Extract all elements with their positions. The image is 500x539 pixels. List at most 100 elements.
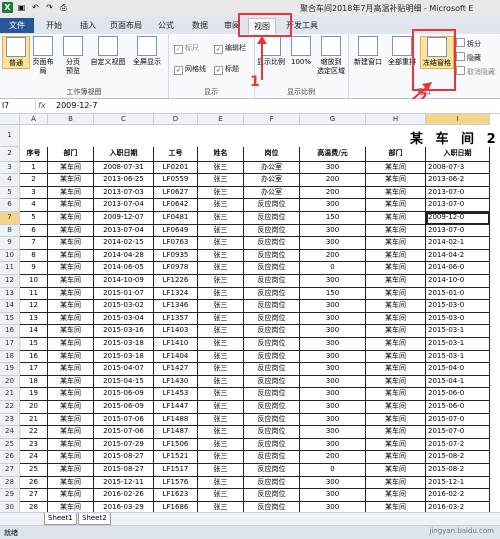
row-header-5[interactable]: 5 — [0, 186, 20, 200]
table-cell[interactable]: 2 — [20, 174, 48, 187]
table-cell[interactable]: 反应岗位 — [244, 438, 300, 452]
table-cell[interactable]: 300 — [300, 161, 366, 175]
new-window-button[interactable]: 新建窗口 — [352, 36, 384, 67]
column-header-i[interactable]: I — [426, 114, 490, 125]
row-header-18[interactable]: 18 — [0, 350, 20, 364]
table-cell[interactable]: 张三 — [198, 350, 244, 364]
table-cell[interactable]: 反应岗位 — [244, 287, 300, 301]
row-header-13[interactable]: 13 — [0, 287, 20, 301]
table-cell[interactable]: 办公室 — [244, 174, 300, 187]
table-cell[interactable]: 2013-07-04 — [94, 199, 154, 212]
header-cell[interactable]: 岗位 — [244, 147, 300, 162]
table-cell[interactable]: 某车间 — [366, 186, 426, 200]
table-cell[interactable]: 某车间 — [366, 426, 426, 439]
table-cell[interactable]: 某车间 — [366, 287, 426, 301]
tab-home[interactable]: 开始 — [38, 18, 70, 33]
table-cell[interactable]: 2014-04-2 — [426, 249, 490, 263]
table-cell[interactable]: 2014-10-0 — [426, 275, 490, 288]
custom-views-button[interactable]: 自定义视图 — [90, 36, 126, 67]
row-header-1[interactable]: 1 — [0, 125, 20, 147]
table-cell[interactable]: 某车间 — [366, 262, 426, 275]
row-header-24[interactable]: 24 — [0, 426, 20, 439]
table-cell[interactable]: 2016-02-2 — [426, 489, 490, 502]
table-cell[interactable]: 反应岗位 — [244, 325, 300, 338]
table-cell[interactable]: 某车间 — [48, 237, 94, 250]
table-cell[interactable]: 某车间 — [366, 237, 426, 250]
row-header-28[interactable]: 28 — [0, 476, 20, 490]
table-cell[interactable]: 2016-02-26 — [94, 489, 154, 502]
column-header-h[interactable]: H — [366, 114, 426, 125]
row-header-12[interactable]: 12 — [0, 275, 20, 288]
table-cell[interactable]: 15 — [20, 338, 48, 351]
row-header-19[interactable]: 19 — [0, 363, 20, 376]
table-cell[interactable]: 某车间 — [366, 325, 426, 338]
formula-input[interactable]: 2009-12-7 — [56, 99, 97, 112]
split-button[interactable]: 拆分 — [456, 38, 481, 49]
table-cell[interactable]: LF1506 — [154, 438, 198, 452]
table-cell[interactable]: LF1447 — [154, 401, 198, 414]
tab-insert[interactable]: 插入 — [72, 18, 104, 33]
row-header-8[interactable]: 8 — [0, 224, 20, 238]
table-cell[interactable]: 反应岗位 — [244, 388, 300, 401]
table-cell[interactable]: 某车间 — [366, 388, 426, 401]
table-cell[interactable]: 24 — [20, 451, 48, 464]
row-header-14[interactable]: 14 — [0, 300, 20, 313]
row-header-27[interactable]: 27 — [0, 464, 20, 477]
table-cell[interactable]: 20 — [20, 401, 48, 414]
table-cell[interactable]: 300 — [300, 300, 366, 313]
table-cell[interactable]: 21 — [20, 413, 48, 427]
table-cell[interactable]: 8 — [20, 249, 48, 263]
table-cell[interactable]: 2015-03-18 — [94, 338, 154, 351]
table-cell[interactable]: 300 — [300, 350, 366, 364]
table-cell[interactable]: 某车间 — [366, 476, 426, 490]
table-cell[interactable]: 某车间 — [48, 464, 94, 477]
table-cell[interactable]: 某车间 — [48, 451, 94, 464]
unhide-button[interactable]: 取消隐藏 — [456, 66, 495, 77]
table-cell[interactable]: 16 — [20, 350, 48, 364]
table-cell[interactable]: 反应岗位 — [244, 312, 300, 326]
table-cell[interactable]: 某车间 — [366, 350, 426, 364]
header-cell[interactable]: 部门 — [48, 147, 94, 162]
table-cell[interactable]: 2015-01-07 — [94, 287, 154, 301]
table-cell[interactable]: 某车间 — [366, 489, 426, 502]
column-header-b[interactable]: B — [48, 114, 94, 125]
column-header-c[interactable]: C — [94, 114, 154, 125]
table-cell[interactable]: LF0978 — [154, 262, 198, 275]
table-cell[interactable]: 2015-04-15 — [94, 375, 154, 389]
fx-icon[interactable]: fx — [38, 99, 46, 112]
table-cell[interactable]: 300 — [300, 375, 366, 389]
table-cell[interactable]: 300 — [300, 438, 366, 452]
zoom-to-selection-button[interactable]: 缩放到 选定区域 — [316, 36, 346, 76]
normal-view-button[interactable]: 普通 — [2, 36, 30, 69]
table-cell[interactable]: 2015-07-0 — [426, 413, 490, 427]
row-header-4[interactable]: 4 — [0, 174, 20, 187]
table-cell[interactable]: LF1576 — [154, 476, 198, 490]
table-cell[interactable]: 2015-07-29 — [94, 438, 154, 452]
table-cell[interactable]: 2015-07-2 — [426, 438, 490, 452]
zoom-100-button[interactable]: 100% — [288, 36, 314, 67]
table-cell[interactable]: 某车间 — [48, 338, 94, 351]
formula-bar-checkbox[interactable]: ✓ 编辑栏 — [214, 43, 246, 54]
table-cell[interactable]: 10 — [20, 275, 48, 288]
table-cell[interactable]: LF0642 — [154, 199, 198, 212]
table-cell[interactable]: 23 — [20, 438, 48, 452]
table-cell[interactable]: 张三 — [198, 275, 244, 288]
headings-checkbox[interactable]: ✓ 标题 — [214, 64, 239, 75]
undo-icon[interactable]: ↶ — [30, 2, 41, 13]
table-cell[interactable]: 张三 — [198, 413, 244, 427]
table-cell[interactable]: 反应岗位 — [244, 476, 300, 490]
ruler-checkbox[interactable]: ✓ 标尺 — [174, 43, 199, 54]
table-cell[interactable]: 张三 — [198, 312, 244, 326]
table-cell[interactable]: LF1410 — [154, 338, 198, 351]
table-cell[interactable]: 反应岗位 — [244, 262, 300, 275]
table-cell[interactable]: 某车间 — [366, 212, 426, 225]
row-header-10[interactable]: 10 — [0, 249, 20, 263]
table-cell[interactable]: 2014-04-28 — [94, 249, 154, 263]
page-break-preview-button[interactable]: 分页 预览 — [60, 36, 86, 76]
table-cell[interactable]: LF1623 — [154, 489, 198, 502]
table-cell[interactable]: 0 — [300, 464, 366, 477]
table-cell[interactable]: 150 — [300, 212, 366, 225]
table-cell[interactable]: 某车间 — [48, 350, 94, 364]
table-cell[interactable]: 19 — [20, 388, 48, 401]
table-cell[interactable]: 某车间 — [366, 375, 426, 389]
